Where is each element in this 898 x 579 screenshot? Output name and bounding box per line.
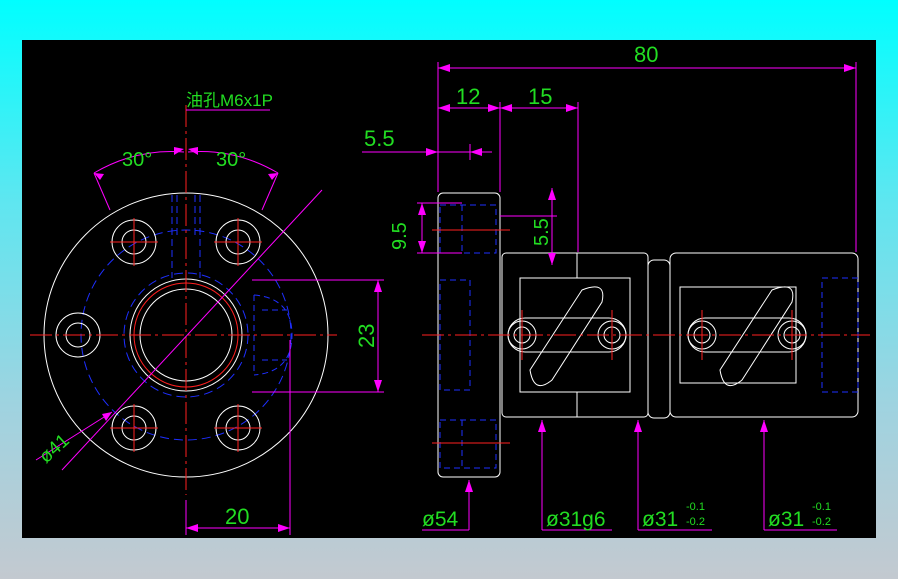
dia-31-a-lower: -0.2	[686, 516, 705, 528]
oil-hole-label: 油孔M6x1P	[186, 91, 273, 110]
angle-right-label: 30°	[216, 149, 246, 171]
dim-41-label: ø41	[35, 430, 73, 468]
flange-hidden	[439, 204, 497, 469]
angle-left-label: 30°	[122, 149, 152, 171]
cad-drawing: 油孔M6x1P 30° 30° 23 ø41 20 80 12 15 5.5 9…	[30, 42, 870, 535]
dim-5-5-top-label: 5.5	[364, 126, 395, 151]
dia-54-label: ø54	[422, 508, 459, 531]
dia-31-b-upper: -0.1	[812, 501, 831, 513]
dim-20-label: 20	[225, 504, 249, 529]
dia-31-a-label: ø31	[642, 508, 678, 531]
diagonal-centerline	[61, 189, 323, 471]
dia-31-b-lower: -0.2	[812, 516, 831, 528]
dia-31-b-label: ø31	[768, 508, 804, 531]
dim-80-label: 80	[634, 42, 658, 67]
return-slot-2	[687, 286, 807, 387]
flange-outline	[43, 192, 329, 478]
bore-inner	[139, 288, 233, 382]
bolt-hole-bottom-right	[214, 404, 262, 452]
front-view	[30, 105, 384, 535]
bolt-hole-top-right	[214, 218, 262, 266]
dim-5-5-side-label: 5.5	[531, 218, 553, 246]
dim-15-label: 15	[528, 84, 552, 109]
dim-12-label: 12	[456, 84, 480, 109]
side-view	[362, 62, 870, 531]
dim-9-5-label: 9.5	[389, 222, 411, 250]
dia-31g6-label: ø31g6	[546, 508, 606, 531]
dia-31-a-upper: -0.1	[686, 501, 705, 513]
dim-23-label: 23	[354, 324, 379, 348]
drawing-canvas: 油孔M6x1P 30° 30° 23 ø41 20 80 12 15 5.5 9…	[22, 40, 876, 538]
bolt-hole-top-left	[110, 218, 158, 266]
return-slot-1	[507, 286, 627, 387]
nut-neck	[647, 259, 671, 419]
